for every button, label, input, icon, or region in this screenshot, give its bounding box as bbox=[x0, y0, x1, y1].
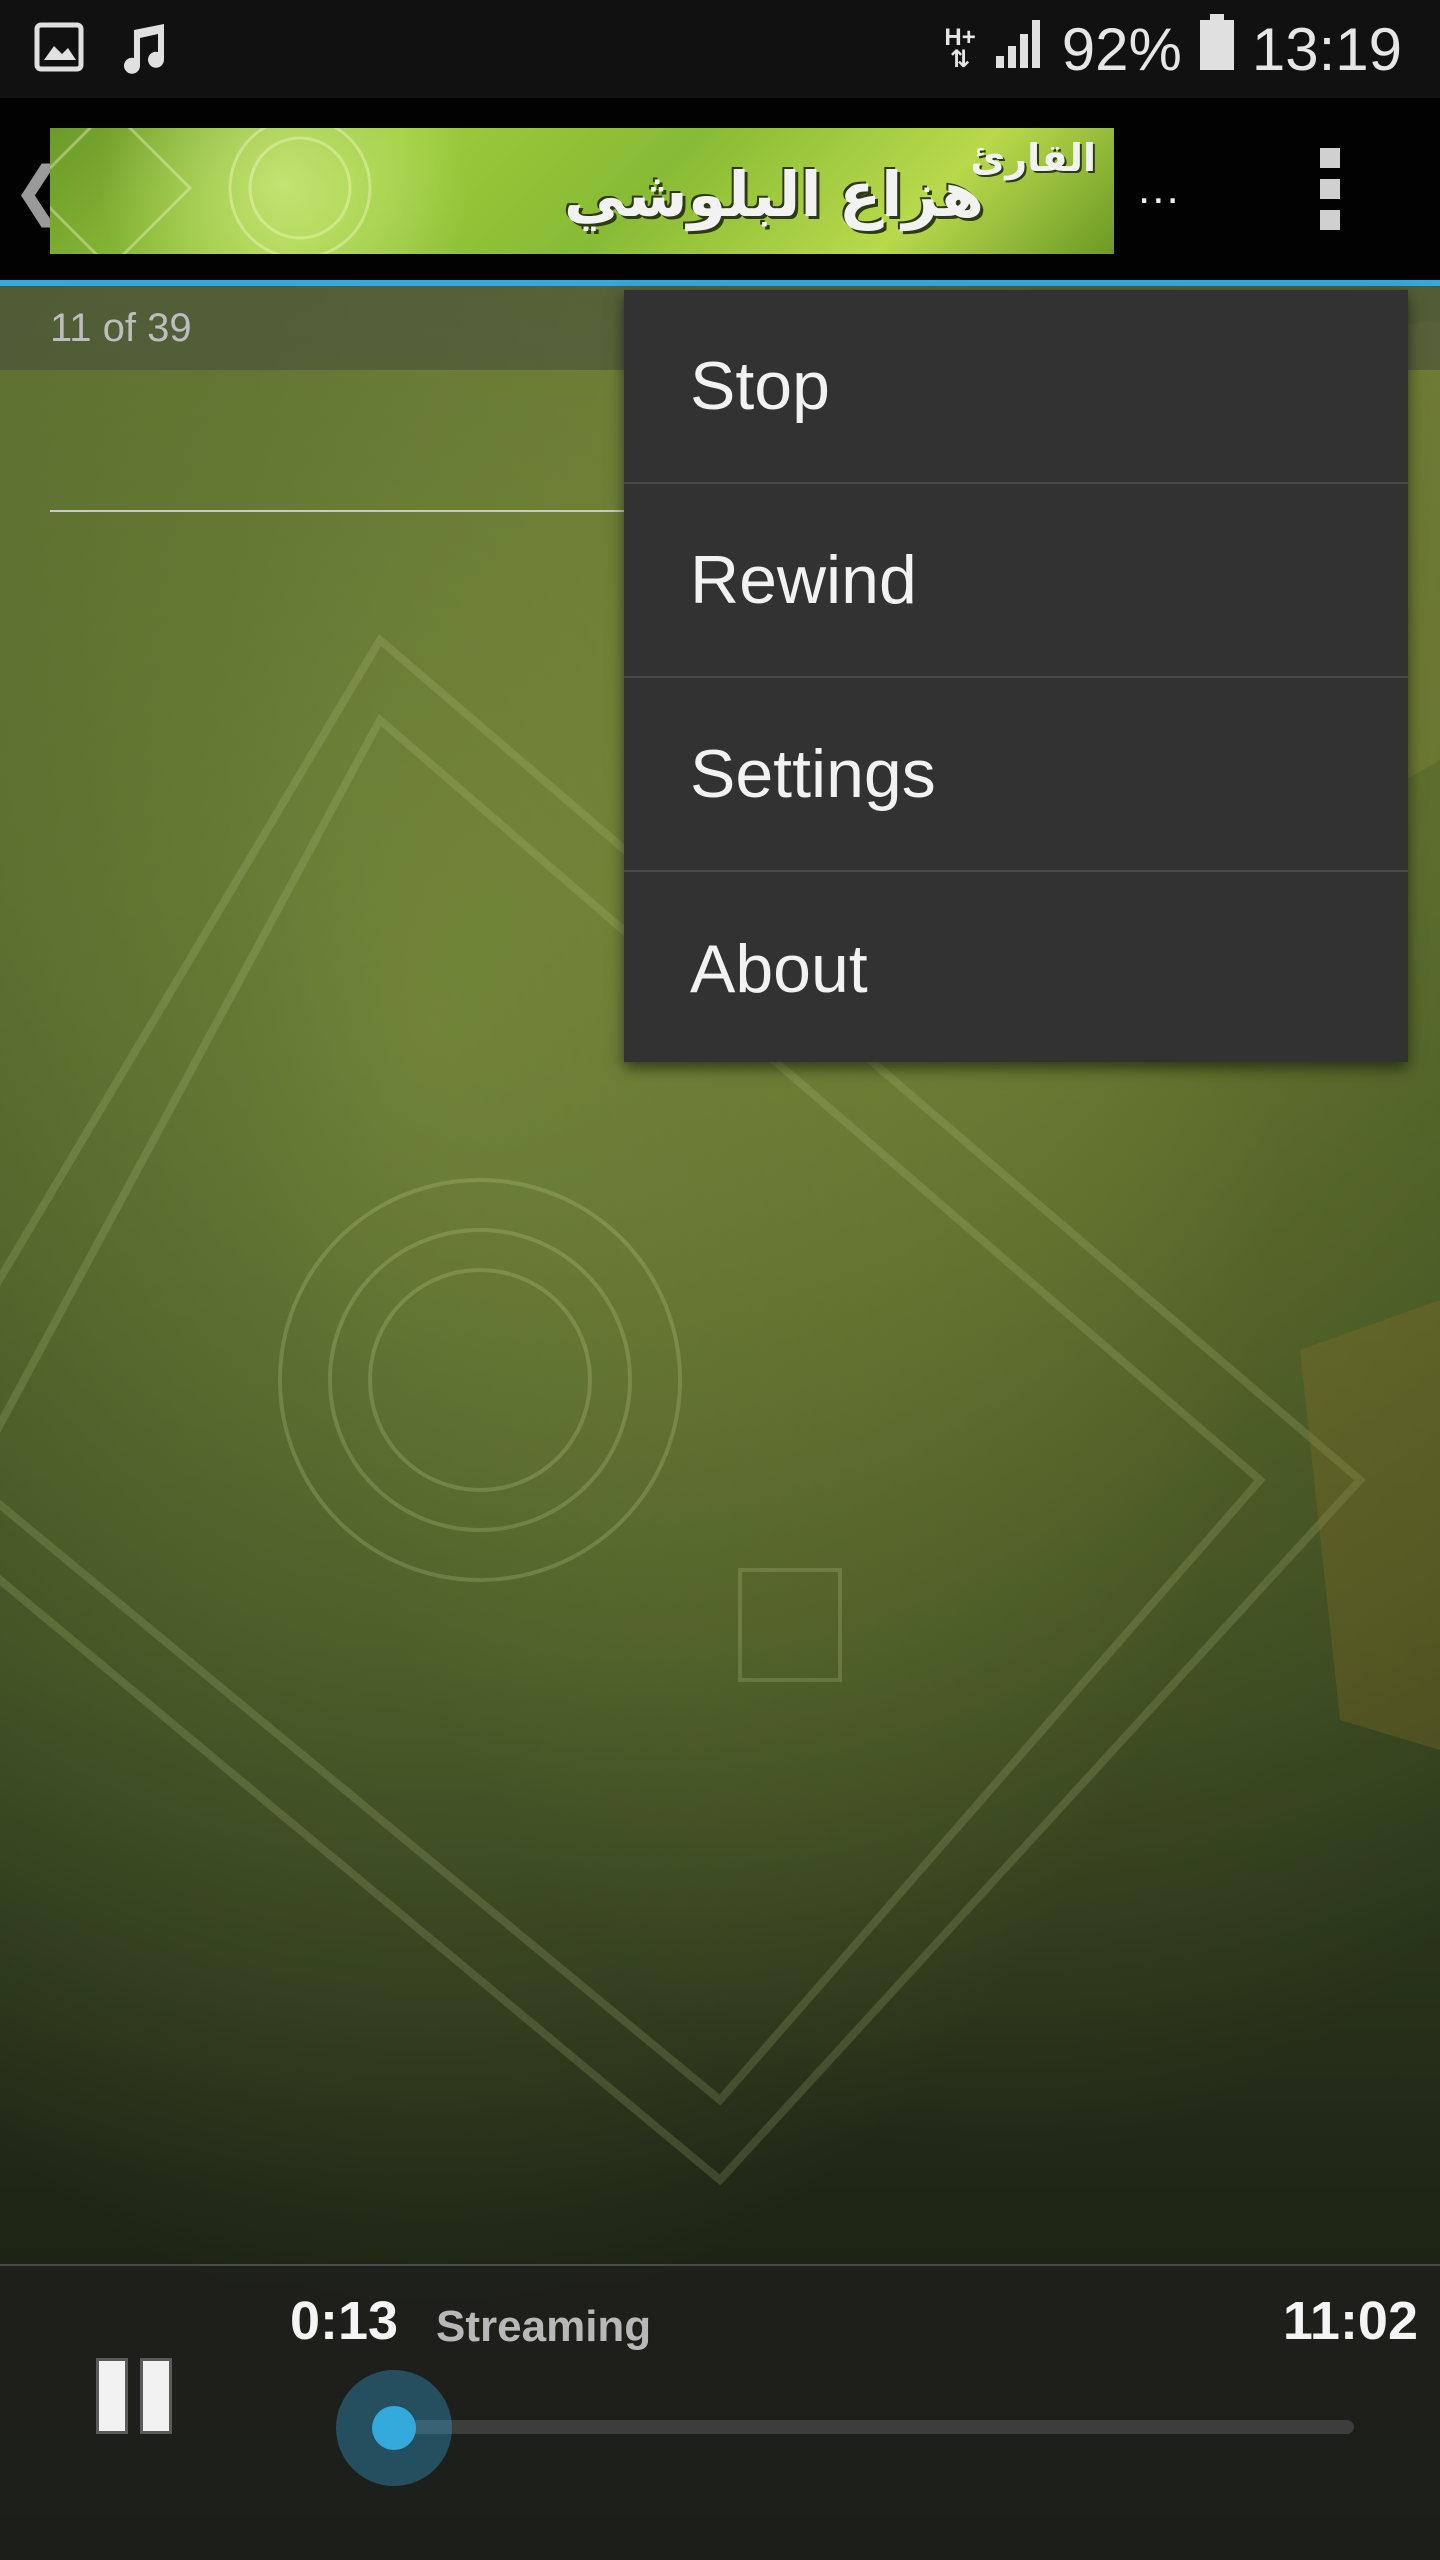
image-icon bbox=[34, 22, 84, 81]
battery-percent: 92% bbox=[1061, 15, 1182, 83]
menu-item-stop[interactable]: Stop bbox=[624, 290, 1408, 484]
menu-item-label: Stop bbox=[690, 348, 830, 424]
overflow-dot-icon bbox=[1320, 179, 1340, 199]
seek-thumb-core bbox=[371, 2406, 416, 2450]
menu-item-label: Rewind bbox=[690, 542, 917, 618]
overflow-menu-button[interactable] bbox=[1300, 148, 1360, 238]
status-bar: H+ ⇅ 92% 13:19 bbox=[0, 0, 1440, 98]
menu-item-rewind[interactable]: Rewind bbox=[624, 484, 1408, 678]
pause-button[interactable] bbox=[96, 2358, 176, 2442]
pause-icon bbox=[140, 2358, 172, 2434]
streaming-status: Streaming bbox=[436, 2302, 652, 2351]
battery-icon bbox=[1199, 14, 1234, 84]
bottom-strip bbox=[0, 2514, 1440, 2560]
seek-bar[interactable] bbox=[374, 2420, 1354, 2434]
signal-icon bbox=[994, 15, 1044, 84]
clock: 13:19 bbox=[1251, 15, 1402, 83]
app-screen: H+ ⇅ 92% 13:19 ❮ القارئ هزاع البلوشي ...… bbox=[0, 0, 1440, 2560]
divider bbox=[50, 510, 650, 512]
track-counter: 11 of 39 bbox=[50, 306, 192, 350]
pause-icon bbox=[96, 2358, 128, 2434]
action-bar: ❮ القارئ هزاع البلوشي ... bbox=[0, 98, 1440, 286]
menu-item-label: About bbox=[690, 931, 868, 1007]
overflow-dot-icon bbox=[1320, 148, 1340, 168]
player-bar: 0:13 Streaming 11:02 bbox=[0, 2264, 1440, 2516]
banner-prefix: القارئ bbox=[970, 138, 1096, 180]
overflow-dot-icon bbox=[1320, 210, 1340, 230]
overflow-menu: Stop Rewind Settings About bbox=[624, 290, 1408, 1062]
menu-item-about[interactable]: About bbox=[624, 872, 1408, 1066]
menu-item-label: Settings bbox=[690, 736, 936, 812]
data-arrows-icon: H+ ⇅ bbox=[944, 24, 976, 73]
music-note-icon bbox=[116, 22, 170, 81]
seek-thumb[interactable] bbox=[335, 2370, 452, 2486]
banner-title: هزاع البلوشي bbox=[563, 161, 984, 230]
app-banner: القارئ هزاع البلوشي bbox=[50, 128, 1114, 254]
total-duration: 11:02 bbox=[1282, 2291, 1418, 2351]
network-type-label: H+ bbox=[944, 24, 976, 51]
banner-ellipsis: ... bbox=[1138, 164, 1181, 213]
elapsed-time: 0:13 bbox=[290, 2291, 399, 2351]
menu-item-settings[interactable]: Settings bbox=[624, 678, 1408, 872]
